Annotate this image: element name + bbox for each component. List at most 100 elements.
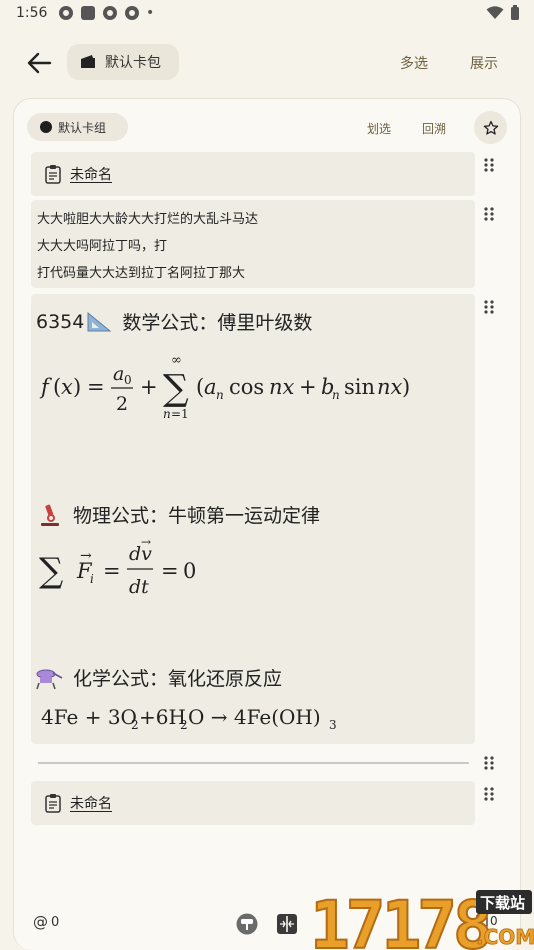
drag-handle-icon[interactable]	[483, 755, 495, 771]
newton-law-formula: ∑ F → i = dv → dt = 0	[39, 538, 196, 598]
multi-select-button[interactable]: 多选	[400, 53, 428, 73]
svg-text:dt: dt	[129, 576, 149, 598]
svg-text:): )	[402, 375, 410, 399]
text-line: 大大大吗阿拉丁吗，打	[37, 239, 168, 254]
app-square-icon	[81, 6, 95, 20]
split-view-icon[interactable]	[276, 913, 298, 935]
drag-handle-icon[interactable]	[483, 299, 495, 315]
battery-icon	[511, 5, 519, 20]
star-icon	[483, 120, 498, 135]
wallet-icon	[81, 55, 95, 68]
svg-text:O → 4Fe(OH): O → 4Fe(OH)	[188, 705, 321, 729]
wallet-selector[interactable]: 默认卡包	[67, 44, 179, 80]
status-bar: 1:56 •	[0, 0, 534, 28]
mentions-count: 0	[51, 914, 60, 930]
svg-text:(: (	[196, 375, 204, 399]
svg-text:→: →	[141, 538, 151, 549]
wallet-label: 默认卡包	[105, 55, 161, 71]
watermark-digits: 17178	[310, 888, 489, 950]
text-line: 打代码量大大达到拉丁名阿拉丁那大	[37, 266, 246, 281]
deck-dot-icon	[40, 121, 52, 133]
svg-text:∑: ∑	[163, 368, 189, 409]
app-notification-icon	[59, 6, 73, 20]
wifi-icon	[486, 6, 504, 19]
svg-text:f: f	[39, 375, 52, 399]
physics-formula-label: 物理公式：牛顿第一运动定律	[73, 505, 321, 527]
app-notification-icon	[125, 6, 139, 20]
mentions-counter[interactable]: @ 0	[33, 913, 59, 931]
svg-text:): )	[73, 375, 81, 399]
status-time: 1:56	[16, 5, 48, 21]
notification-icons: •	[58, 5, 154, 21]
svg-text:+: +	[299, 375, 317, 399]
top-bar: 默认卡包 多选 展示	[0, 40, 534, 86]
svg-text:0: 0	[124, 373, 132, 387]
svg-text:=1: =1	[171, 407, 189, 421]
svg-text:4Fe + 3O: 4Fe + 3O	[41, 705, 137, 729]
paint-roller-icon[interactable]	[236, 913, 258, 935]
drag-handle-icon[interactable]	[483, 157, 495, 173]
svg-text:∞: ∞	[171, 353, 182, 368]
formula-block[interactable]: 6354 数学公式：傅里叶级数 f ( x ) = a 0 2 + ∑ ∞ n …	[31, 294, 475, 744]
svg-text:→: →	[80, 548, 92, 564]
alembic-flask-icon	[36, 669, 63, 689]
redox-equation: 4Fe + 3O 2 +6H 2 O → 4Fe(OH) 3	[41, 705, 337, 732]
chemistry-heading: 化学公式：氧化还原反应	[35, 664, 282, 691]
svg-text:x: x	[61, 375, 73, 399]
svg-text:nx: nx	[269, 375, 295, 399]
block-title: 未命名	[70, 167, 112, 183]
svg-text:+6H: +6H	[139, 705, 186, 729]
watermark-logo: 17178 下载站 .COM	[309, 886, 534, 950]
svg-text:n: n	[216, 388, 224, 402]
app-notification-icon	[103, 6, 117, 20]
svg-text:nx: nx	[377, 375, 403, 399]
watermark-site: 下载站	[480, 894, 525, 912]
deck-selector[interactable]: 默认卡组	[27, 113, 128, 141]
divider-line	[38, 762, 469, 764]
block-title: 未命名	[70, 796, 112, 812]
math-heading: 6354 数学公式：傅里叶级数	[36, 308, 312, 335]
svg-text:=: =	[87, 375, 105, 399]
svg-text:i: i	[90, 572, 94, 586]
triangular-ruler-icon	[87, 311, 112, 331]
title-block[interactable]: 未命名	[31, 152, 475, 196]
more-notifications-dot: •	[146, 5, 155, 21]
back-arrow-icon[interactable]	[22, 48, 58, 78]
math-heading-number: 6354	[36, 310, 85, 333]
svg-text:n: n	[332, 388, 340, 402]
show-button[interactable]: 展示	[470, 53, 498, 73]
svg-text:=: =	[161, 559, 179, 583]
trace-back-button[interactable]: 回溯	[422, 120, 446, 137]
svg-text:a: a	[113, 363, 124, 385]
svg-text:sin: sin	[344, 375, 375, 399]
drag-handle-icon[interactable]	[483, 206, 495, 222]
watermark-com: .COM	[476, 925, 534, 949]
star-button[interactable]	[474, 111, 507, 144]
physics-heading: 物理公式：牛顿第一运动定律	[39, 501, 320, 528]
slide-select-button[interactable]: 划选	[367, 120, 391, 137]
svg-text:∑: ∑	[39, 551, 63, 591]
math-formula-label: 数学公式：傅里叶级数	[122, 312, 313, 334]
at-icon: @	[33, 913, 48, 931]
microscope-icon	[41, 504, 59, 526]
text-block[interactable]: 大大啦胆大大龄大大打烂的大乱斗马达 大大大吗阿拉丁吗，打 打代码量大大达到拉丁名…	[31, 200, 475, 288]
note-clipboard-icon	[45, 165, 61, 184]
note-clipboard-icon	[45, 794, 61, 813]
chemistry-formula-label: 化学公式：氧化还原反应	[73, 668, 283, 690]
svg-text:3: 3	[329, 718, 337, 732]
fourier-series-formula: f ( x ) = a 0 2 + ∑ ∞ n =1 ( a n cos nx …	[39, 353, 410, 421]
title-block[interactable]: 未命名	[31, 781, 475, 825]
svg-text:=: =	[103, 559, 121, 583]
status-right	[486, 5, 520, 21]
svg-text:(: (	[53, 375, 61, 399]
svg-text:2: 2	[180, 718, 188, 732]
text-line: 大大啦胆大大龄大大打烂的大乱斗马达	[37, 212, 259, 227]
drag-handle-icon[interactable]	[483, 786, 495, 802]
site-watermark: 17178 下载站 .COM	[309, 886, 534, 950]
svg-text:cos: cos	[229, 375, 264, 399]
svg-text:2: 2	[131, 718, 139, 732]
svg-text:0: 0	[183, 559, 196, 583]
svg-text:2: 2	[116, 393, 128, 415]
svg-text:a: a	[204, 375, 217, 399]
deck-label: 默认卡组	[58, 120, 107, 135]
